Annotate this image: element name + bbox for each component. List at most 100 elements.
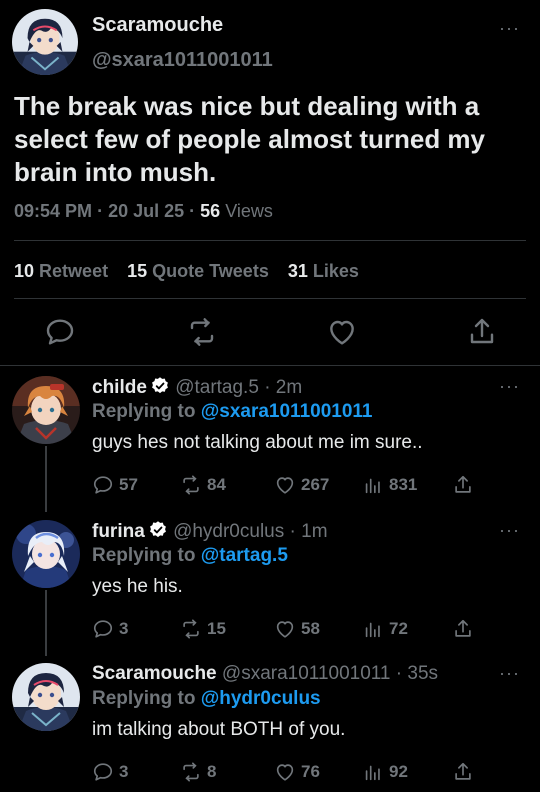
retweet-icon	[180, 618, 202, 640]
avatar[interactable]	[12, 9, 78, 75]
likes-label: Likes	[312, 261, 359, 281]
views-button[interactable]: 72	[362, 617, 408, 641]
replying-to: Replying to @sxara1011001011	[92, 401, 373, 423]
more-icon[interactable]: ···	[499, 18, 520, 39]
share-button[interactable]	[452, 473, 474, 497]
like-button[interactable]: 58	[274, 617, 320, 641]
reply-icon	[92, 761, 114, 783]
time-separator: ·	[289, 521, 296, 542]
views-icon	[362, 474, 384, 496]
author-handle[interactable]: @tartag.5	[175, 377, 259, 398]
reply-time: 1m	[301, 521, 328, 542]
tweet-meta: 09:54 PM · 20 Jul 25 · 56 Views	[14, 201, 273, 222]
like-count: 58	[301, 619, 320, 638]
reply-count: 3	[119, 619, 129, 638]
retweets-label: Retweet	[39, 261, 109, 281]
reply-button[interactable]: 3	[92, 617, 128, 641]
reply-tweet[interactable]: Scaramouche @sxara1011001011 · 35s ··· R…	[0, 655, 540, 792]
verified-badge-icon	[150, 376, 170, 396]
heart-icon	[274, 761, 296, 783]
share-button[interactable]	[452, 617, 474, 641]
replying-to-handle[interactable]: @sxara1011001011	[201, 401, 373, 422]
reply-count: 3	[119, 762, 129, 781]
tweet-actions	[0, 316, 540, 350]
divider	[0, 365, 540, 366]
avatar[interactable]	[12, 376, 80, 444]
retweet-icon	[180, 474, 202, 496]
more-icon[interactable]: ···	[499, 663, 520, 684]
views-count: 831	[389, 475, 418, 494]
retweet-button[interactable]: 84	[180, 473, 226, 497]
author-name[interactable]: childe	[92, 377, 147, 398]
reply-header: furina @hydr0culus · 1m	[92, 520, 328, 543]
replying-prefix: Replying to	[92, 545, 196, 566]
time-separator: ·	[395, 663, 403, 684]
reply-button[interactable]: 3	[92, 760, 128, 784]
reply-header: Scaramouche @sxara1011001011 · 35s	[92, 663, 438, 685]
share-icon	[452, 474, 474, 496]
share-button[interactable]	[452, 760, 474, 784]
views-icon	[362, 761, 384, 783]
author-handle[interactable]: @sxara1011001011	[92, 49, 273, 72]
reply-icon[interactable]	[44, 316, 78, 350]
retweet-icon	[180, 761, 202, 783]
avatar-image	[12, 376, 80, 444]
views-button[interactable]: 92	[362, 760, 408, 784]
avatar-image	[12, 520, 80, 588]
engagement-stats: 10 Retweet 15 Quote Tweets 31 Likes	[14, 261, 373, 282]
avatar-image	[12, 663, 80, 731]
tweet-date: 20 Jul 25	[108, 201, 185, 221]
meta-separator: ·	[97, 201, 109, 221]
retweet-icon[interactable]	[186, 316, 220, 350]
divider	[14, 298, 526, 299]
heart-icon	[274, 474, 296, 496]
replying-to-handle[interactable]: @tartag.5	[201, 545, 288, 566]
reply-text: im talking about BOTH of you.	[92, 719, 346, 740]
tweet-text: The break was nice but dealing with a se…	[14, 91, 485, 187]
avatar[interactable]	[12, 663, 80, 731]
replying-to-handle[interactable]: @hydr0culus	[201, 688, 321, 709]
reply-icon	[92, 618, 114, 640]
like-count: 76	[301, 762, 320, 781]
retweet-button[interactable]: 8	[180, 760, 216, 784]
likes-stat[interactable]: 31 Likes	[288, 261, 373, 281]
author-name[interactable]: Scaramouche	[92, 14, 223, 37]
views-label: Views	[225, 201, 273, 221]
author-handle[interactable]: @hydr0culus	[173, 521, 284, 542]
share-icon	[452, 761, 474, 783]
reply-button[interactable]: 57	[92, 473, 138, 497]
likes-count: 31	[287, 261, 308, 281]
reply-tweet[interactable]: furina @hydr0culus · 1m ··· Replying to …	[0, 512, 540, 657]
reply-count: 57	[119, 475, 138, 494]
replying-to: Replying to @hydr0culus	[92, 688, 321, 710]
reply-tweet[interactable]: childe @tartag.5 · 2m ··· Replying to @s…	[0, 368, 540, 513]
like-button[interactable]: 267	[274, 473, 329, 497]
views-button[interactable]: 831	[362, 473, 417, 497]
replying-prefix: Replying to	[92, 688, 196, 709]
quotes-count: 15	[127, 261, 148, 281]
like-button[interactable]: 76	[274, 760, 320, 784]
heart-icon[interactable]	[326, 316, 360, 350]
author-handle[interactable]: @sxara1011001011	[222, 663, 391, 684]
retweet-button[interactable]: 15	[180, 617, 226, 641]
author-name[interactable]: Scaramouche	[92, 663, 217, 684]
author-name[interactable]: furina	[92, 521, 145, 542]
quotes-stat[interactable]: 15 Quote Tweets	[127, 261, 283, 281]
reply-actions: 3 15 58 72	[92, 617, 532, 641]
reply-time: 35s	[407, 663, 439, 684]
verified-badge-icon	[148, 520, 168, 540]
avatar-image	[12, 9, 78, 75]
reply-text: guys hes not talking about me im sure..	[92, 432, 423, 453]
reply-header: childe @tartag.5 · 2m	[92, 376, 302, 399]
more-icon[interactable]: ···	[499, 520, 520, 541]
share-icon[interactable]	[466, 316, 500, 350]
retweets-stat[interactable]: 10 Retweet	[14, 261, 122, 281]
reply-text: yes he his.	[92, 576, 183, 597]
reply-actions: 3 8 76 92	[92, 760, 532, 784]
views-count: 56	[200, 201, 221, 221]
replying-prefix: Replying to	[92, 401, 196, 422]
avatar[interactable]	[12, 520, 80, 588]
more-icon[interactable]: ···	[499, 376, 520, 397]
retweets-count: 10	[14, 261, 35, 281]
views-count: 72	[389, 619, 408, 638]
